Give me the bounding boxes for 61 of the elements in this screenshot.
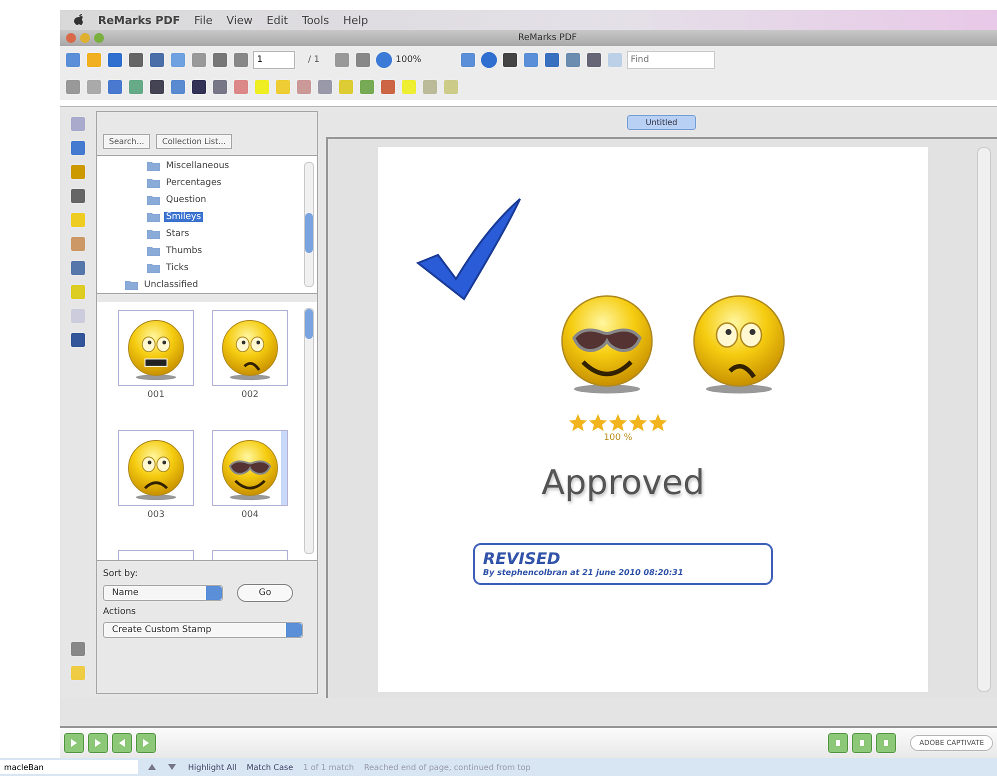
page-count: / 1 xyxy=(308,54,320,64)
menu-item[interactable]: Edit xyxy=(266,14,288,26)
stamp-thumbnail[interactable] xyxy=(118,430,194,506)
revised-byline: By stephencolbran at 21 june 2010 08:20:31 xyxy=(483,568,684,577)
left-arrow-icon xyxy=(117,738,127,748)
menu-item[interactable]: Tools xyxy=(302,14,330,26)
back-button[interactable] xyxy=(112,733,132,753)
right-arrow-icon xyxy=(69,738,79,748)
approved-text: Approved xyxy=(541,463,705,503)
menu-item[interactable]: View xyxy=(226,14,253,26)
revised-title: REVISED xyxy=(483,549,562,568)
stamp-label: 002 xyxy=(241,390,259,400)
stamp-thumbnail[interactable] xyxy=(212,310,288,386)
find-option[interactable]: Match Case xyxy=(246,762,294,772)
apple-logo-icon[interactable] xyxy=(74,14,84,26)
star-icon xyxy=(608,413,628,433)
tree-item[interactable]: Smileys xyxy=(164,212,204,222)
match-count: 1 of 1 match xyxy=(303,762,354,772)
stamp-label: 003 xyxy=(147,510,165,520)
find-input[interactable]: macleBan xyxy=(0,760,138,774)
stamp-label: 004 xyxy=(241,510,259,520)
go-button[interactable]: Go xyxy=(237,584,293,602)
find-option[interactable]: Highlight All xyxy=(188,762,237,772)
stamp-label: 001 xyxy=(147,390,165,400)
document-tab[interactable]: Untitled xyxy=(626,114,696,130)
forward-button[interactable] xyxy=(136,733,156,753)
right-arrow-icon xyxy=(93,738,103,748)
panel-button[interactable]: Search... xyxy=(103,134,150,149)
app-menu[interactable]: ReMarks PDF xyxy=(98,14,180,26)
star-icon xyxy=(588,413,608,433)
play-button[interactable] xyxy=(88,733,108,753)
actions-label: Actions xyxy=(103,607,137,617)
panel-button[interactable]: Collection List... xyxy=(156,134,232,149)
page-field[interactable]: 1 xyxy=(253,50,295,68)
stamp-thumbnail[interactable] xyxy=(118,310,194,386)
zoom-field[interactable]: 100% xyxy=(396,52,456,68)
rating-caption: 100 % xyxy=(604,433,632,443)
actions-select[interactable]: Create Custom Stamp xyxy=(103,622,303,638)
tree-item[interactable]: Question xyxy=(164,195,208,206)
zoom-button[interactable] xyxy=(94,33,104,43)
sort-label: Sort by: xyxy=(103,569,139,579)
tree-item[interactable]: Stars xyxy=(164,228,192,239)
right-arrow-icon xyxy=(141,738,151,748)
scrollbar[interactable] xyxy=(304,308,314,554)
find-field[interactable]: Find xyxy=(626,50,715,68)
tree-item[interactable]: Percentages xyxy=(164,178,224,188)
menu-item[interactable]: Help xyxy=(343,14,368,26)
star-icon xyxy=(648,413,668,433)
scrollbar[interactable] xyxy=(304,162,314,287)
scrollbar[interactable] xyxy=(977,147,991,692)
tree-item[interactable]: Miscellaneous xyxy=(164,161,232,172)
find-message: Reached end of page, continued from top xyxy=(364,762,531,772)
window-title: ReMarks PDF xyxy=(517,33,578,43)
star-icon xyxy=(628,413,648,433)
sort-select[interactable]: Name xyxy=(103,585,223,601)
tree-item[interactable]: Thumbs xyxy=(164,246,204,256)
tree-item[interactable]: Ticks xyxy=(164,262,191,273)
star-icon xyxy=(568,413,588,433)
tree-item[interactable]: Unclassified xyxy=(142,280,200,290)
menu-item[interactable]: File xyxy=(194,14,213,26)
stamp-thumbnail[interactable] xyxy=(212,430,288,506)
